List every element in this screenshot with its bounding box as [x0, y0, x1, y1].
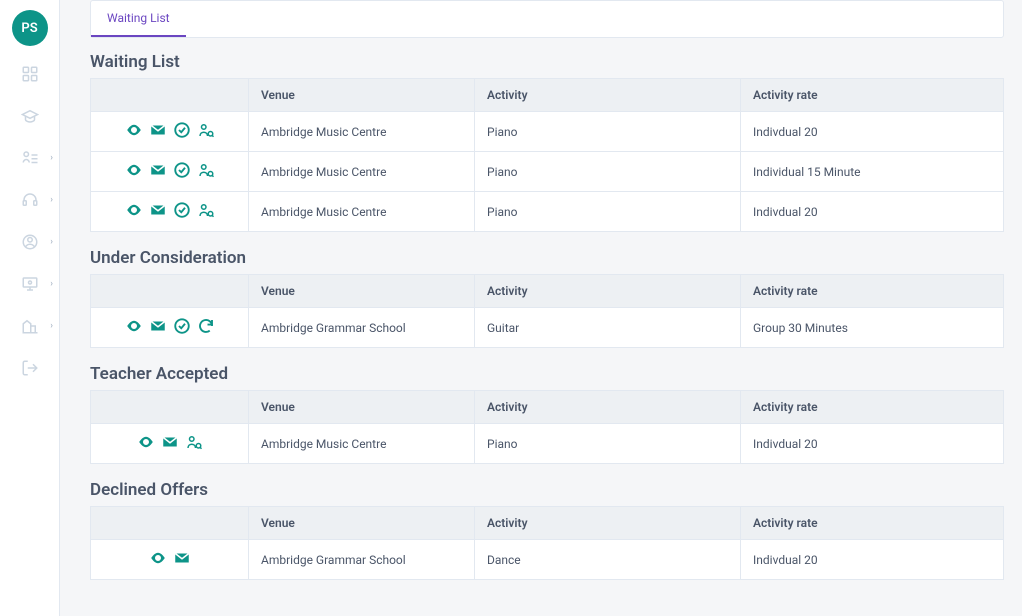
- nav-people[interactable]: ›: [0, 144, 59, 172]
- view-icon[interactable]: [137, 433, 155, 451]
- col-rate: Activity rate: [741, 275, 1004, 308]
- col-venue: Venue: [249, 79, 475, 112]
- cell-rate: Indivdual 20: [741, 424, 1004, 464]
- cell-venue: Ambridge Grammar School: [249, 540, 475, 580]
- nav-dashboard[interactable]: [0, 60, 59, 88]
- people-list-icon: [21, 149, 39, 167]
- email-icon[interactable]: [161, 433, 179, 451]
- approve-icon[interactable]: [173, 201, 191, 219]
- col-rate: Activity rate: [741, 391, 1004, 424]
- col-actions: [91, 507, 249, 540]
- view-icon[interactable]: [125, 201, 143, 219]
- table-row: Ambridge Grammar School Guitar Group 30 …: [91, 308, 1004, 348]
- headset-icon: [21, 191, 39, 209]
- chevron-right-icon: ›: [50, 153, 53, 163]
- sidebar: PS › › ›: [0, 0, 60, 616]
- section-title-under-consideration: Under Consideration: [90, 248, 1004, 268]
- chevron-right-icon: ›: [50, 237, 53, 247]
- logout-icon: [21, 359, 39, 377]
- email-icon[interactable]: [149, 201, 167, 219]
- cell-activity: Piano: [475, 424, 741, 464]
- cell-venue: Ambridge Music Centre: [249, 152, 475, 192]
- approve-icon[interactable]: [173, 317, 191, 335]
- cell-activity: Guitar: [475, 308, 741, 348]
- main-content: Waiting List Waiting List Venue Activity…: [60, 0, 1022, 616]
- cell-venue: Ambridge Grammar School: [249, 308, 475, 348]
- col-actions: [91, 391, 249, 424]
- assign-icon[interactable]: [197, 201, 215, 219]
- cell-rate: Indivdual 20: [741, 192, 1004, 232]
- email-icon[interactable]: [173, 549, 191, 567]
- user-circle-icon: [21, 233, 39, 251]
- avatar[interactable]: PS: [12, 10, 48, 46]
- view-icon[interactable]: [149, 549, 167, 567]
- assign-icon[interactable]: [185, 433, 203, 451]
- nav-education[interactable]: [0, 102, 59, 130]
- email-icon[interactable]: [149, 121, 167, 139]
- nav-account[interactable]: ›: [0, 228, 59, 256]
- cell-rate: Individual 15 Minute: [741, 152, 1004, 192]
- teacher-accepted-table: Venue Activity Activity rate Ambridge Mu…: [90, 390, 1004, 464]
- cell-rate: Indivdual 20: [741, 112, 1004, 152]
- cell-activity: Piano: [475, 192, 741, 232]
- graduation-icon: [21, 107, 39, 125]
- nav-support[interactable]: ›: [0, 186, 59, 214]
- presentation-icon: [21, 275, 39, 293]
- grid-icon: [21, 65, 39, 83]
- assign-icon[interactable]: [197, 161, 215, 179]
- approve-icon[interactable]: [173, 161, 191, 179]
- cell-activity: Dance: [475, 540, 741, 580]
- col-rate: Activity rate: [741, 79, 1004, 112]
- waiting-list-table: Venue Activity Activity rate A: [90, 78, 1004, 232]
- table-row: Ambridge Music Centre Piano Indivdual 20: [91, 112, 1004, 152]
- tab-waiting-list[interactable]: Waiting List: [91, 1, 186, 37]
- under-consideration-table: Venue Activity Activity rate A: [90, 274, 1004, 348]
- col-activity: Activity: [475, 79, 741, 112]
- nav-presentation[interactable]: ›: [0, 270, 59, 298]
- cell-venue: Ambridge Music Centre: [249, 112, 475, 152]
- approve-icon[interactable]: [173, 121, 191, 139]
- col-rate: Activity rate: [741, 507, 1004, 540]
- section-title-teacher-accepted: Teacher Accepted: [90, 364, 1004, 384]
- col-actions: [91, 79, 249, 112]
- col-actions: [91, 275, 249, 308]
- email-icon[interactable]: [149, 161, 167, 179]
- cell-venue: Ambridge Music Centre: [249, 192, 475, 232]
- col-activity: Activity: [475, 275, 741, 308]
- cell-activity: Piano: [475, 112, 741, 152]
- view-icon[interactable]: [125, 161, 143, 179]
- section-title-declined-offers: Declined Offers: [90, 480, 1004, 500]
- cell-rate: Indivdual 20: [741, 540, 1004, 580]
- email-icon[interactable]: [149, 317, 167, 335]
- view-icon[interactable]: [125, 317, 143, 335]
- cell-rate: Group 30 Minutes: [741, 308, 1004, 348]
- chevron-right-icon: ›: [50, 279, 53, 289]
- cell-activity: Piano: [475, 152, 741, 192]
- col-activity: Activity: [475, 391, 741, 424]
- col-venue: Venue: [249, 507, 475, 540]
- cell-venue: Ambridge Music Centre: [249, 424, 475, 464]
- declined-offers-table: Venue Activity Activity rate Ambridge Gr…: [90, 506, 1004, 580]
- table-row: Ambridge Music Centre Piano Indivdual 20: [91, 424, 1004, 464]
- table-row: Ambridge Music Centre Piano Individual 1…: [91, 152, 1004, 192]
- chevron-right-icon: ›: [50, 321, 53, 331]
- col-activity: Activity: [475, 507, 741, 540]
- table-row: Ambridge Grammar School Dance Indivdual …: [91, 540, 1004, 580]
- section-title-waiting-list: Waiting List: [90, 52, 1004, 72]
- building-icon: [21, 317, 39, 335]
- view-icon[interactable]: [125, 121, 143, 139]
- nav-logout[interactable]: [0, 354, 59, 382]
- tabs: Waiting List: [90, 0, 1004, 38]
- nav-venues[interactable]: ›: [0, 312, 59, 340]
- assign-icon[interactable]: [197, 121, 215, 139]
- col-venue: Venue: [249, 275, 475, 308]
- refresh-icon[interactable]: [197, 317, 215, 335]
- chevron-right-icon: ›: [50, 195, 53, 205]
- col-venue: Venue: [249, 391, 475, 424]
- table-row: Ambridge Music Centre Piano Indivdual 20: [91, 192, 1004, 232]
